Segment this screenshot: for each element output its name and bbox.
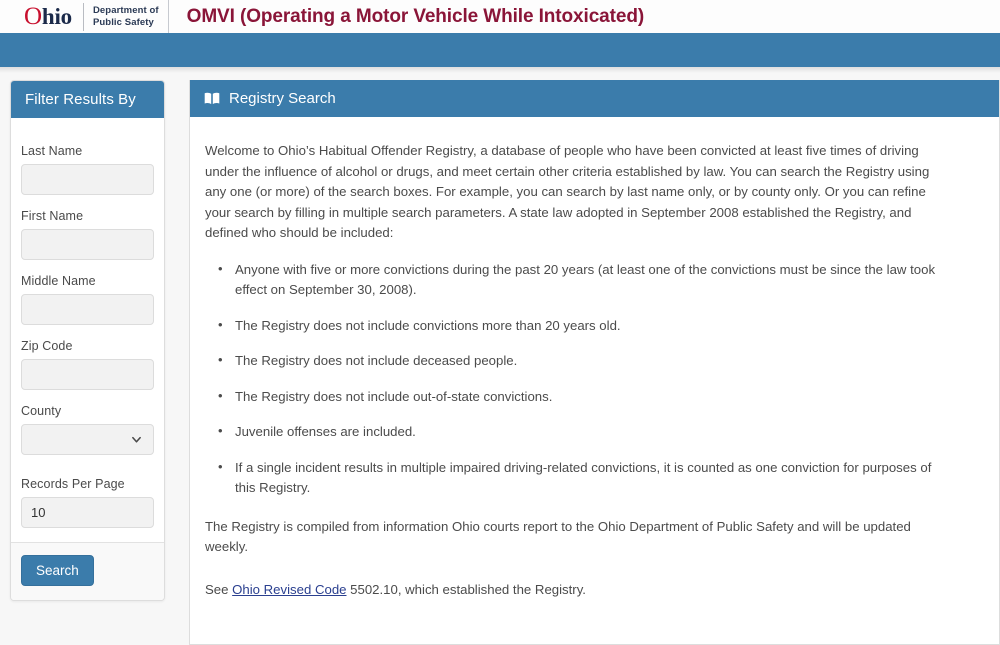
ohio-wordmark: Ohio	[24, 4, 72, 29]
filter-panel-footer: Search	[11, 542, 164, 600]
list-item: The Registry does not include conviction…	[218, 315, 937, 337]
chevron-down-icon	[132, 436, 141, 443]
first-name-label: First Name	[21, 209, 84, 223]
ohio-revised-code-link[interactable]: Ohio Revised Code	[232, 582, 346, 597]
list-item: The Registry does not include deceased p…	[218, 350, 937, 372]
registry-search-body: Welcome to Ohio’s Habitual Offender Regi…	[190, 117, 999, 622]
first-name-input[interactable]	[21, 229, 154, 260]
department-name: Department of Public Safety	[93, 5, 159, 28]
records-per-page-label: Records Per Page	[21, 477, 125, 491]
open-book-icon	[204, 92, 220, 105]
county-label: County	[21, 404, 62, 418]
site-header: Ohio Department of Public Safety OMVI (O…	[0, 0, 1000, 33]
filter-panel-body: Last Name First Name Middle Name Zip Cod…	[11, 118, 164, 542]
ohio-hio-glyph: hio	[41, 4, 72, 29]
registry-search-panel: Registry Search Welcome to Ohio’s Habitu…	[189, 80, 1000, 645]
middle-name-label: Middle Name	[21, 274, 96, 288]
revised-code-paragraph: See Ohio Revised Code 5502.10, which est…	[205, 580, 937, 601]
search-button[interactable]: Search	[21, 555, 94, 586]
intro-paragraph: Welcome to Ohio’s Habitual Offender Regi…	[205, 143, 930, 240]
logo-divider-secondary	[167, 0, 169, 33]
list-item: Anyone with five or more convictions dur…	[218, 259, 937, 301]
zip-code-input[interactable]	[21, 359, 154, 390]
records-per-page-input[interactable]	[21, 497, 154, 528]
county-select[interactable]	[21, 424, 154, 455]
last-name-input[interactable]	[21, 164, 154, 195]
registry-search-heading-label: Registry Search	[229, 90, 336, 107]
list-item: If a single incident results in multiple…	[218, 457, 937, 499]
page-title: OMVI (Operating a Motor Vehicle While In…	[186, 5, 645, 27]
registry-search-heading: Registry Search	[190, 80, 999, 117]
filter-panel-heading: Filter Results By	[11, 81, 164, 118]
registry-rules-list: Anyone with five or more convictions dur…	[205, 259, 937, 499]
last-name-label: Last Name	[21, 144, 83, 158]
zip-code-label: Zip Code	[21, 339, 73, 353]
open-book-svg	[204, 92, 220, 105]
department-line-2: Public Safety	[92, 16, 154, 28]
compiled-note-paragraph: The Registry is compiled from informatio…	[205, 518, 911, 555]
ohio-dps-logo[interactable]: Ohio Department of Public Safety	[24, 0, 169, 33]
page-content: Filter Results By Last Name First Name M…	[0, 67, 1000, 645]
list-item: The Registry does not include out-of-sta…	[218, 386, 937, 408]
department-line-1: Department of	[92, 5, 159, 16]
logo-divider	[82, 2, 84, 31]
see-suffix-text: 5502.10, which established the Registry.	[346, 581, 586, 597]
see-prefix-text: See	[205, 581, 233, 597]
header-blue-band	[0, 33, 1000, 79]
band-drop-shadow	[0, 67, 1000, 73]
middle-name-input[interactable]	[21, 294, 154, 325]
list-item: Juvenile offenses are included.	[218, 421, 937, 443]
content-layout: Filter Results By Last Name First Name M…	[0, 80, 1000, 645]
ohio-o-glyph: O	[24, 3, 42, 30]
filter-sidebar: Filter Results By Last Name First Name M…	[10, 80, 165, 601]
